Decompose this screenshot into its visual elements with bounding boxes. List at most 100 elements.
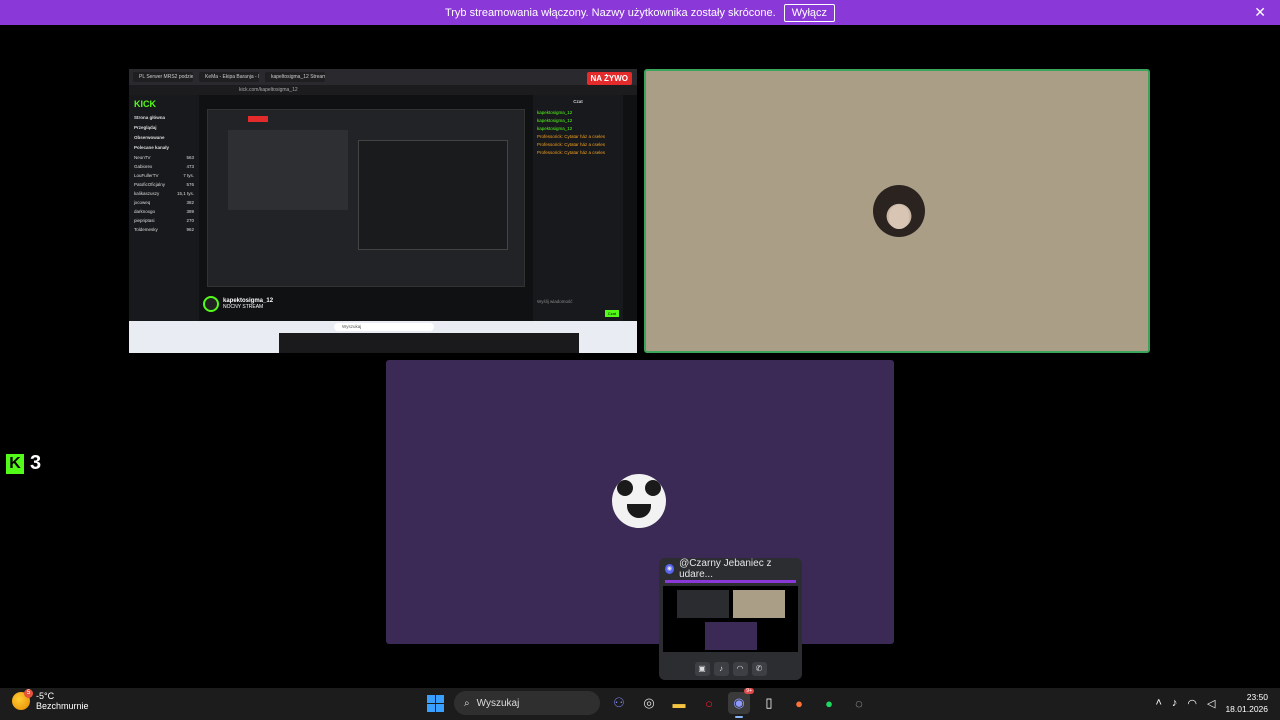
channel-item[interactable]: NeonTV 563 <box>134 155 194 160</box>
start-button[interactable] <box>424 692 446 714</box>
taskbar-apps: ⌕ Wyszukaj ⚇ ◎ ▬ ○ ◉ 9+ ▯ ● ● ◌ <box>424 688 870 718</box>
popup-accent-bar <box>665 580 796 583</box>
screen-share-tile[interactable]: PL Serwer MRS2 podzielonie kaca - ok KeM… <box>129 69 637 353</box>
opera-icon[interactable]: ○ <box>698 692 720 714</box>
camera-icon[interactable]: ▣ <box>694 662 710 676</box>
clock-date: 18.01.2026 <box>1225 704 1268 714</box>
popup-header: ◉ @Czarny Jebaniec z udare... <box>659 558 802 580</box>
obs-icon[interactable]: ◌ <box>848 692 870 714</box>
search-label: Wyszukaj <box>476 697 520 709</box>
channel-item[interactable]: Toldemesky 962 <box>134 227 194 232</box>
browser-tab-bar: PL Serwer MRS2 podzielonie kaca - ok KeM… <box>129 69 637 85</box>
spotify-icon[interactable]: ● <box>818 692 840 714</box>
taskbar-search[interactable]: ⌕ Wyszukaj <box>454 691 600 715</box>
recommended-header: Polecane kanały <box>134 145 170 150</box>
nested-taskbar: Wyszukaj <box>129 321 637 353</box>
channel-item[interactable]: PatoficOficjalny 576 <box>134 182 194 187</box>
nested-taskbar-dark <box>279 333 579 353</box>
avatar-mouth <box>627 504 651 518</box>
chat-send-button[interactable]: Czat <box>604 310 619 317</box>
channel-item[interactable]: kalikaszuszy 15,1 tys. <box>134 191 194 196</box>
channel-item[interactable]: piepriptasi 270 <box>134 218 194 223</box>
kick-logo: KICK <box>134 99 156 109</box>
firefox-icon[interactable]: ● <box>788 692 810 714</box>
close-icon[interactable]: ✕ <box>1254 4 1266 21</box>
taskbar-preview-popup[interactable]: ◉ @Czarny Jebaniec z udare... ▣ ♪ ◠ ✆ <box>659 558 802 680</box>
avatar-ear <box>617 480 633 496</box>
participant-avatar <box>873 185 925 237</box>
mic-icon[interactable]: ♪ <box>713 662 729 676</box>
nested-search: Wyszukaj <box>334 323 434 331</box>
nav-home[interactable]: Strona główna <box>134 115 194 120</box>
wifi-icon[interactable]: ◠ <box>1187 697 1197 710</box>
browser-url-bar[interactable]: kick.com/kapeltosigma_12 <box>129 85 637 95</box>
windows-icon <box>426 694 444 712</box>
chat-message: Professorick: Cytatar ház a cseles <box>537 134 606 139</box>
chat-message: Professorick: Cytatar ház a cseles <box>537 150 606 155</box>
nested-window <box>228 130 348 210</box>
discord-badge: 9+ <box>744 688 754 694</box>
chat-input[interactable]: Wyślij wiadomość <box>537 299 572 304</box>
stream-info: kapektosigma_12 NOCNY STREAM <box>203 296 273 312</box>
browser-tab-active[interactable]: kapeltosigma_12 Stream - Kick <box>265 72 325 82</box>
chat-title: Czat <box>573 99 583 104</box>
volume-icon[interactable]: ◁ <box>1207 697 1215 710</box>
thumbnail-tile <box>705 622 757 650</box>
channel-item[interactable]: LouFullerTV 7 tys. <box>134 173 194 178</box>
nested-window <box>358 140 508 250</box>
chat-message: kapektosigma_12 <box>537 118 573 123</box>
search-icon: ⌕ <box>464 697 470 709</box>
kick-stream-area <box>201 95 531 321</box>
nav-following[interactable]: Obserwowane <box>134 135 194 140</box>
disable-streamer-mode-button[interactable]: Wyłącz <box>783 3 836 22</box>
mic-icon[interactable]: ♪ <box>1172 697 1178 709</box>
file-explorer-icon[interactable]: ▬ <box>668 692 690 714</box>
popup-title: @Czarny Jebaniec z udare... <box>679 558 772 580</box>
chat-message: Professorick: Cytatar ház a cseles <box>537 142 606 147</box>
browser-tab[interactable]: KeMa - Ekipa Baranja - Moim Smarthi <box>199 72 259 82</box>
weather-desc: Bezchmurnie <box>36 701 89 711</box>
viewer-count: 3 <box>30 452 42 474</box>
participant-tile[interactable] <box>386 360 894 644</box>
headphones-icon[interactable]: ◠ <box>732 662 748 676</box>
discord-icon[interactable]: ◉ 9+ <box>728 688 754 718</box>
clock[interactable]: 23:50 18.01.2026 <box>1225 691 1268 715</box>
popup-controls: ▣ ♪ ◠ ✆ <box>659 662 802 676</box>
live-badge: NA ŻYWO <box>586 72 632 85</box>
kick-icon: K <box>6 453 24 474</box>
kick-sidebar: KICK Strona główna Przeglądaj Obserwowan… <box>129 95 199 321</box>
windows-taskbar: 5 -5°C Bezchmurnie ⌕ Wyszukaj ⚇ ◎ ▬ ○ ◉ 9… <box>0 688 1280 720</box>
window-thumbnail[interactable] <box>663 586 798 652</box>
steam-icon[interactable]: ◎ <box>638 692 660 714</box>
stream-title: NOCNY STREAM <box>223 304 264 310</box>
weather-badge: 5 <box>24 689 33 698</box>
banner-message: Tryb streamowania włączony. Nazwy użytko… <box>444 6 776 19</box>
thumbnail-tile <box>677 590 729 618</box>
streamer-mode-banner: Tryb streamowania włączony. Nazwy użytko… <box>0 0 1280 25</box>
avatar-face <box>889 205 909 229</box>
notepad-icon[interactable]: ▯ <box>758 692 780 714</box>
nested-tab <box>248 116 268 122</box>
weather-temp: -5°C <box>36 691 55 701</box>
clock-time: 23:50 <box>1246 692 1268 702</box>
stream-video[interactable] <box>207 109 525 287</box>
teams-icon[interactable]: ⚇ <box>608 692 630 714</box>
participant-tile-speaking[interactable] <box>644 69 1150 353</box>
chevron-up-icon[interactable]: ˄ <box>1155 697 1161 709</box>
weather-widget[interactable]: 5 -5°C Bezchmurnie <box>12 689 89 711</box>
weather-sun-icon: 5 <box>12 689 33 710</box>
nav-browse[interactable]: Przeglądaj <box>134 125 194 130</box>
leave-call-icon[interactable]: ✆ <box>751 662 767 676</box>
chat-message: kapektosigma_12 <box>537 126 573 131</box>
participant-avatar <box>612 474 666 528</box>
browser-tab[interactable]: PL Serwer MRS2 podzielonie kaca - ok <box>133 72 193 82</box>
system-tray: ˄ ♪ ◠ ◁ 23:50 18.01.2026 <box>1155 691 1268 715</box>
channel-item[interactable]: Gabiorex 473 <box>134 164 194 169</box>
viewer-count-label: K 3 <box>6 452 41 475</box>
streamer-avatar[interactable] <box>203 296 219 312</box>
channel-item[interactable]: jxcoweq 382 <box>134 200 194 205</box>
chat-message: kapektosigma_12 <box>537 110 573 115</box>
thumbnail-tile <box>733 590 785 618</box>
discord-icon: ◉ <box>665 564 675 574</box>
channel-item[interactable]: darknoxgo 389 <box>134 209 194 214</box>
